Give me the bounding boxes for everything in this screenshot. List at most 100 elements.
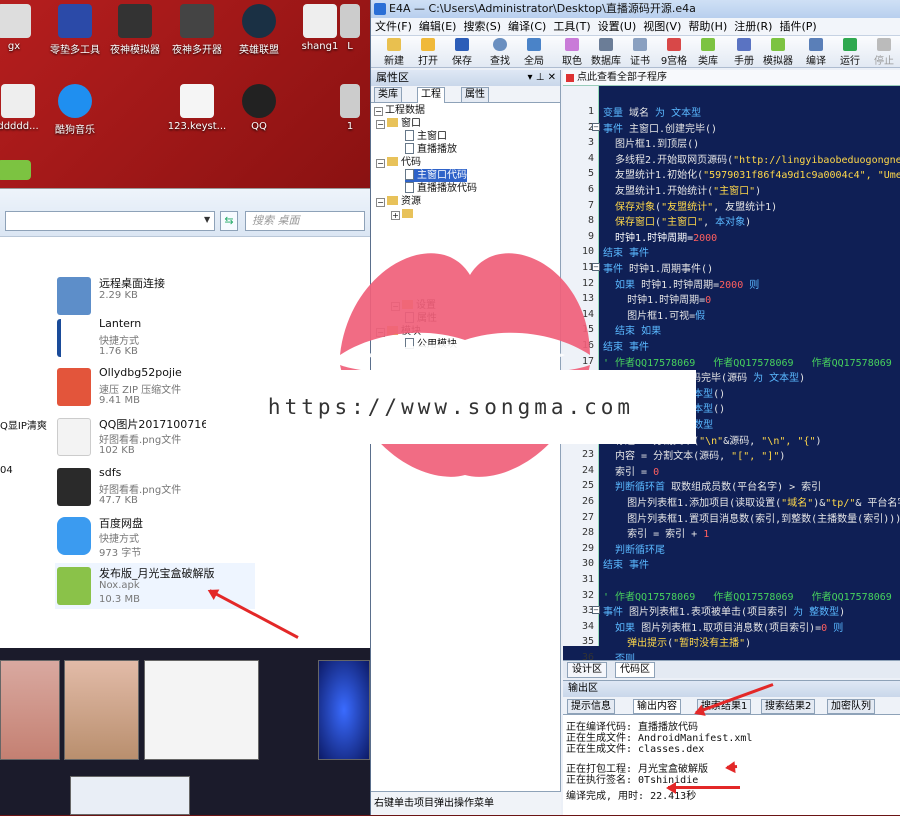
code-line[interactable]: 如果 时钟1.时钟周期=2000 则 xyxy=(603,276,759,291)
menu-edit[interactable]: 编辑(E) xyxy=(419,20,457,33)
desktop-icon-android[interactable] xyxy=(0,160,46,183)
code-line[interactable]: 事件 图片列表框1.表项被单击(项目索引 为 整数型) xyxy=(603,603,845,618)
desktop-icon-gx[interactable]: gx xyxy=(0,4,46,52)
menu-settings[interactable]: 设置(U) xyxy=(598,20,637,33)
code-line[interactable]: ' 作者QQ17578069 作者QQ17578069 作者QQ17578069 xyxy=(603,354,892,369)
thumbnail[interactable] xyxy=(70,776,190,815)
desktop-icon-keystore[interactable]: 123.keyst... xyxy=(165,84,229,132)
emulator-button[interactable]: 模拟器 xyxy=(761,38,795,67)
code-line[interactable]: 友盟统计1.开始统计("主窗口") xyxy=(603,182,761,197)
new-button[interactable]: 新建 xyxy=(377,38,411,67)
desktop-icon-l[interactable]: L xyxy=(330,4,370,52)
open-button[interactable]: 打开 xyxy=(411,38,445,67)
code-editor[interactable]: 点此查看全部子程序 123456789101112131415161718192… xyxy=(563,70,900,665)
menu-help[interactable]: 帮助(H) xyxy=(688,20,727,33)
code-line[interactable]: 保存窗口("主窗口", 本对象) xyxy=(603,213,751,228)
tab-code[interactable]: 代码区 xyxy=(615,662,655,678)
file-item[interactable]: 远程桌面连接 2.29 KB xyxy=(55,273,315,321)
tree-item[interactable]: 主窗口 xyxy=(405,130,447,143)
thumbnail[interactable] xyxy=(64,660,139,760)
desktop-icon-nox[interactable]: 夜神模拟器 xyxy=(103,4,167,56)
code-line[interactable]: 判断循环尾 xyxy=(603,541,665,556)
tab-library[interactable]: 类库 xyxy=(374,87,402,102)
menu-register[interactable]: 注册(R) xyxy=(734,20,772,33)
file-item[interactable]: Lantern 快捷方式 1.76 KB xyxy=(55,315,315,363)
tab-search-results-2[interactable]: 搜索结果2 xyxy=(761,699,816,714)
lips-watermark-graphic xyxy=(340,253,590,477)
code-line[interactable]: 时钟1.时钟周期=0 xyxy=(603,291,711,306)
desktop-icon-nox-multi[interactable]: 夜神多开器 xyxy=(165,4,229,56)
find-button[interactable]: 查找 xyxy=(483,38,517,67)
tab-encrypt-queue[interactable]: 加密队列 xyxy=(827,699,875,714)
subroutine-dropdown[interactable]: 点此查看全部子程序 xyxy=(563,70,900,86)
menu-file[interactable]: 文件(F) xyxy=(375,20,412,33)
code-line[interactable]: 索引 = 0 xyxy=(603,463,659,478)
tree-item[interactable]: − 窗口 xyxy=(376,117,421,130)
run-button[interactable]: 运行 xyxy=(833,38,867,67)
code-line[interactable]: ' 作者QQ17578069 作者QQ17578069 作者QQ17578069 xyxy=(603,588,892,603)
menu-plugins[interactable]: 插件(P) xyxy=(779,20,816,33)
code-line[interactable]: 友盟统计1.初始化("5979031f86f4a9d1c9a0004c4", "… xyxy=(603,166,900,181)
database-button[interactable]: 数据库 xyxy=(589,38,623,67)
code-line[interactable]: 结束 如果 xyxy=(603,322,661,337)
file-item[interactable]: 百度网盘 快捷方式 973 字节 xyxy=(55,513,315,561)
address-input[interactable] xyxy=(5,211,215,231)
tree-item[interactable]: − 代码 xyxy=(376,156,421,169)
tree-item-selected[interactable]: 主窗口代码 xyxy=(405,169,467,182)
menu-view[interactable]: 视图(V) xyxy=(643,20,681,33)
file-item-selected[interactable]: 发布版_月光宝盒破解版 Nox.apk 10.3 MB xyxy=(55,563,255,609)
desktop-icon-tool[interactable]: 零垫多工具 xyxy=(43,4,107,56)
code-line[interactable]: 内容 = 分割文本(源码, "[", "]") xyxy=(603,447,785,462)
desktop-icon-qq[interactable]: QQ xyxy=(227,84,291,132)
fold-toggle-icon[interactable]: − xyxy=(592,122,600,131)
library-button[interactable]: 类库 xyxy=(691,38,725,67)
menu-compile[interactable]: 编译(C) xyxy=(508,20,546,33)
tab-hints[interactable]: 提示信息 xyxy=(567,699,615,714)
code-line[interactable]: 索引 = 索引 + 1 xyxy=(603,525,709,540)
code-line[interactable]: 变量 域名 为 文本型 xyxy=(603,104,701,119)
dropdown-arrow-icon[interactable]: ▼ xyxy=(204,215,210,224)
tree-item[interactable]: 直播播放代码 xyxy=(405,182,477,195)
code-line[interactable]: 弹出提示("暂时没有主播") xyxy=(603,634,751,649)
tab-properties[interactable]: 属性 xyxy=(461,87,489,102)
desktop-icon-1[interactable]: 1 xyxy=(330,84,370,132)
color-picker-button[interactable]: 取色 xyxy=(555,38,589,67)
tree-item[interactable]: − 工程数据 xyxy=(374,104,425,117)
code-line[interactable]: 多线程2.开始取网页源码("http://lingyibaobeduogongn… xyxy=(603,151,900,166)
menu-tools[interactable]: 工具(T) xyxy=(553,20,590,33)
thumbnail[interactable] xyxy=(318,660,370,760)
code-line[interactable]: 事件 主窗口.创建完毕() xyxy=(603,120,717,135)
manual-button[interactable]: 手册 xyxy=(727,38,761,67)
code-line[interactable]: 图片框1.可视=假 xyxy=(603,307,705,322)
global-button[interactable]: 全局 xyxy=(517,38,551,67)
file-item[interactable]: sdfs 好图看看.png文件 47.7 KB xyxy=(55,464,315,512)
nine-grid-button[interactable]: 9宫格 xyxy=(657,38,691,67)
code-line[interactable]: 保存对象("友盟统计", 友盟统计1) xyxy=(603,198,777,213)
refresh-icon[interactable]: ⇆ xyxy=(220,211,238,231)
tab-output[interactable]: 输出内容 xyxy=(633,699,681,714)
close-icon[interactable]: ▾ ⊥ ✕ xyxy=(528,70,556,86)
code-line[interactable]: 如果 图片列表框1.取项目消息数(项目索引)=0 则 xyxy=(603,619,843,634)
code-line[interactable]: 图片列表框1.置项目消息数(索引,到整数(主播数量(索引))) xyxy=(603,510,900,525)
stop-button[interactable]: 停止 xyxy=(867,38,900,67)
search-icon xyxy=(493,38,507,51)
certificate-button[interactable]: 证书 xyxy=(623,38,657,67)
tree-item[interactable]: 直播播放 xyxy=(405,143,457,156)
code-file-icon xyxy=(405,182,414,193)
menu-search[interactable]: 搜索(S) xyxy=(463,20,501,33)
code-line[interactable]: 判断循环首 取数组成员数(平台名字) > 索引 xyxy=(603,478,821,493)
thumbnail[interactable] xyxy=(144,660,259,760)
code-line[interactable]: 图片列表框1.添加项目(读取设置("域名")&"tp/"& 平台名字 xyxy=(603,494,900,509)
desktop-icon-lol[interactable]: 英雄联盟 xyxy=(227,4,291,56)
compile-button[interactable]: 编译 xyxy=(799,38,833,67)
code-line[interactable]: 事件 时钟1.周期事件() xyxy=(603,260,713,275)
save-button[interactable]: 保存 xyxy=(445,38,479,67)
code-line[interactable]: 结束 事件 xyxy=(603,556,649,571)
fold-toggle-icon[interactable]: − xyxy=(592,606,600,615)
tab-design[interactable]: 设计区 xyxy=(567,662,607,678)
tab-project[interactable]: 工程 xyxy=(417,87,445,103)
desktop-icon-kugou[interactable]: 酷狗音乐 xyxy=(43,84,107,136)
code-line[interactable]: 图片框1.到顶层() xyxy=(603,135,699,150)
thumbnail[interactable] xyxy=(0,660,60,760)
code-line[interactable]: 时钟1.时钟周期=2000 xyxy=(603,229,717,244)
